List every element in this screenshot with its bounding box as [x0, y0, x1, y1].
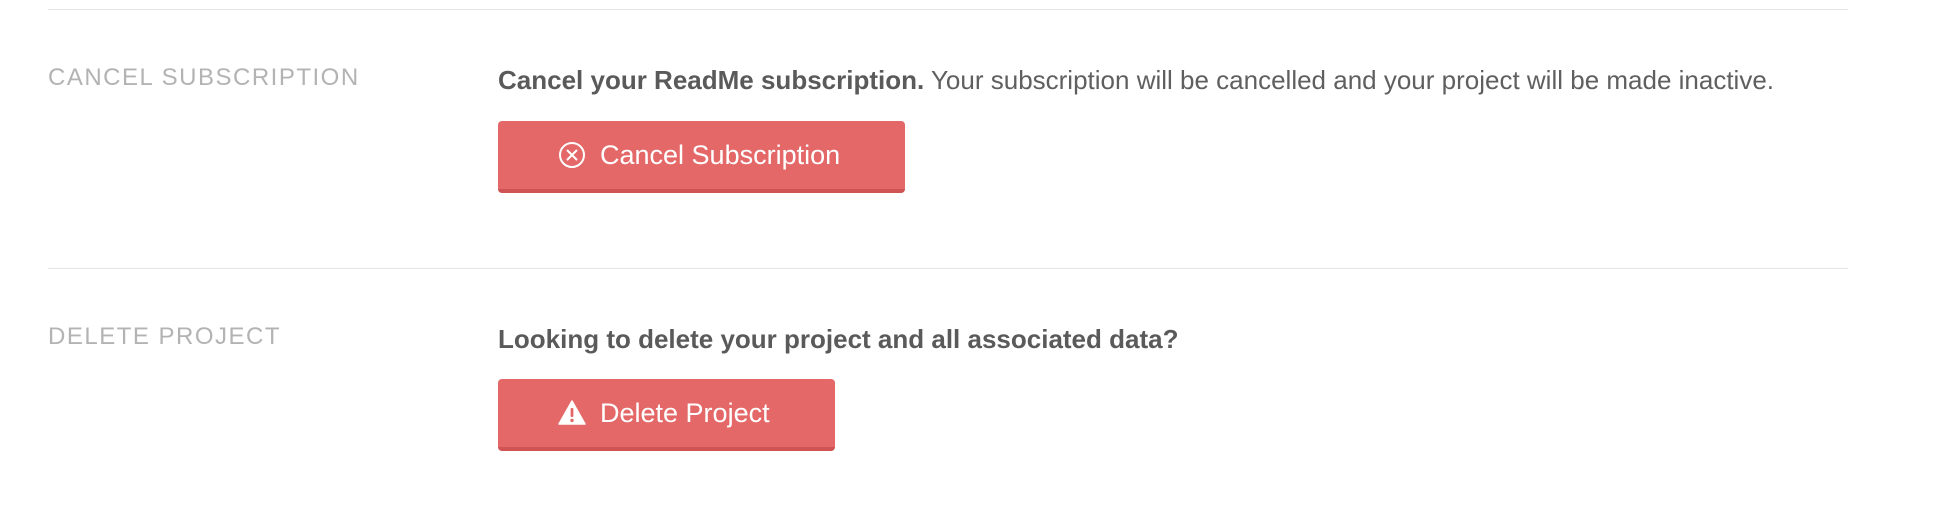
delete-project-button[interactable]: Delete Project — [498, 379, 835, 451]
circle-x-icon — [558, 141, 586, 169]
warning-triangle-icon — [558, 399, 586, 427]
delete-project-description-bold: Looking to delete your project and all a… — [498, 324, 1179, 354]
cancel-subscription-button-label: Cancel Subscription — [600, 139, 841, 170]
cancel-subscription-description-bold: Cancel your ReadMe subscription. — [498, 65, 925, 95]
delete-project-heading: DELETE PROJECT — [48, 323, 282, 350]
cancel-subscription-description: Cancel your ReadMe subscription. Your su… — [498, 63, 1774, 97]
cancel-subscription-button[interactable]: Cancel Subscription — [498, 121, 905, 193]
cancel-subscription-description-text: Your subscription will be cancelled and … — [924, 65, 1775, 95]
section-divider-top — [48, 9, 1848, 10]
delete-project-description: Looking to delete your project and all a… — [498, 322, 1178, 356]
delete-project-button-label: Delete Project — [600, 397, 770, 428]
cancel-subscription-heading: CANCEL SUBSCRIPTION — [48, 64, 360, 91]
section-divider-middle — [48, 268, 1848, 269]
